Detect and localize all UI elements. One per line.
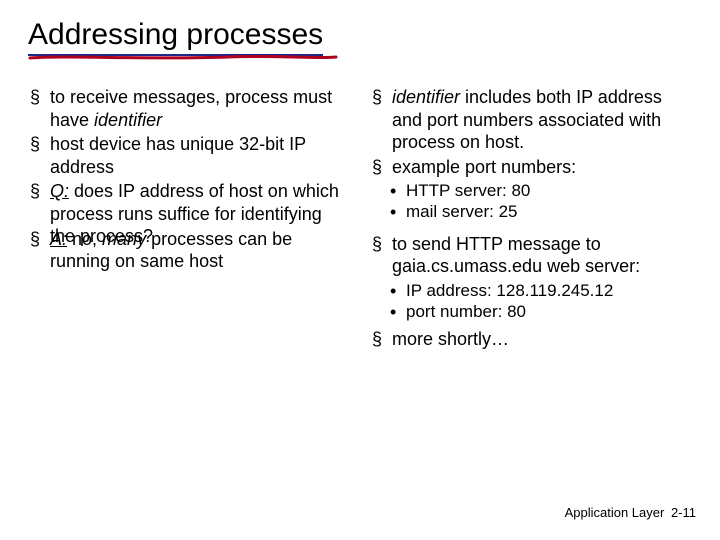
list-item: to receive messages, process must have i…	[28, 86, 350, 131]
sub-list-item: IP address: 128.119.245.12	[370, 280, 692, 301]
text: port number: 80	[406, 302, 526, 321]
list-item: A: no, many processes can be running on …	[28, 228, 350, 273]
left-list: to receive messages, process must have i…	[28, 86, 350, 273]
text-italic: identifier	[94, 110, 162, 130]
slide: Addressing processes to receive messages…	[0, 0, 720, 540]
right-list: identifier includes both IP address and …	[370, 86, 692, 351]
footer: Application Layer 2-11	[565, 505, 696, 520]
sub-list-item: mail server: 25	[370, 201, 692, 222]
slide-title: Addressing processes	[28, 18, 323, 56]
left-column: to receive messages, process must have i…	[28, 86, 350, 353]
list-item: host device has unique 32-bit IP address	[28, 133, 350, 178]
text: IP address: 128.119.245.12	[406, 281, 613, 300]
sub-list-item: HTTP server: 80	[370, 180, 692, 201]
sub-list-item: port number: 80	[370, 301, 692, 322]
list-item: to send HTTP message to gaia.cs.umass.ed…	[370, 233, 692, 278]
text: to receive messages, process must have	[50, 87, 332, 130]
title-wrap: Addressing processes	[28, 18, 692, 58]
right-column: identifier includes both IP address and …	[370, 86, 692, 353]
text-a: A:	[50, 229, 67, 249]
text: no,	[67, 229, 102, 249]
text: to send HTTP message to gaia.cs.umass.ed…	[392, 234, 640, 277]
list-item: more shortly…	[370, 328, 692, 351]
text: host device has unique 32-bit IP address	[50, 134, 306, 177]
list-item: identifier includes both IP address and …	[370, 86, 692, 154]
text: more shortly…	[392, 329, 509, 349]
text-q: Q:	[50, 181, 69, 201]
footer-page: 2-11	[671, 505, 696, 520]
list-item: example port numbers:	[370, 156, 692, 179]
text-italic: identifier	[392, 87, 460, 107]
text-italic: many	[102, 229, 146, 249]
footer-section: Application Layer	[565, 505, 665, 520]
text: mail server: 25	[406, 202, 517, 221]
text: HTTP server: 80	[406, 181, 530, 200]
columns: to receive messages, process must have i…	[28, 86, 692, 353]
text: example port numbers:	[392, 157, 576, 177]
